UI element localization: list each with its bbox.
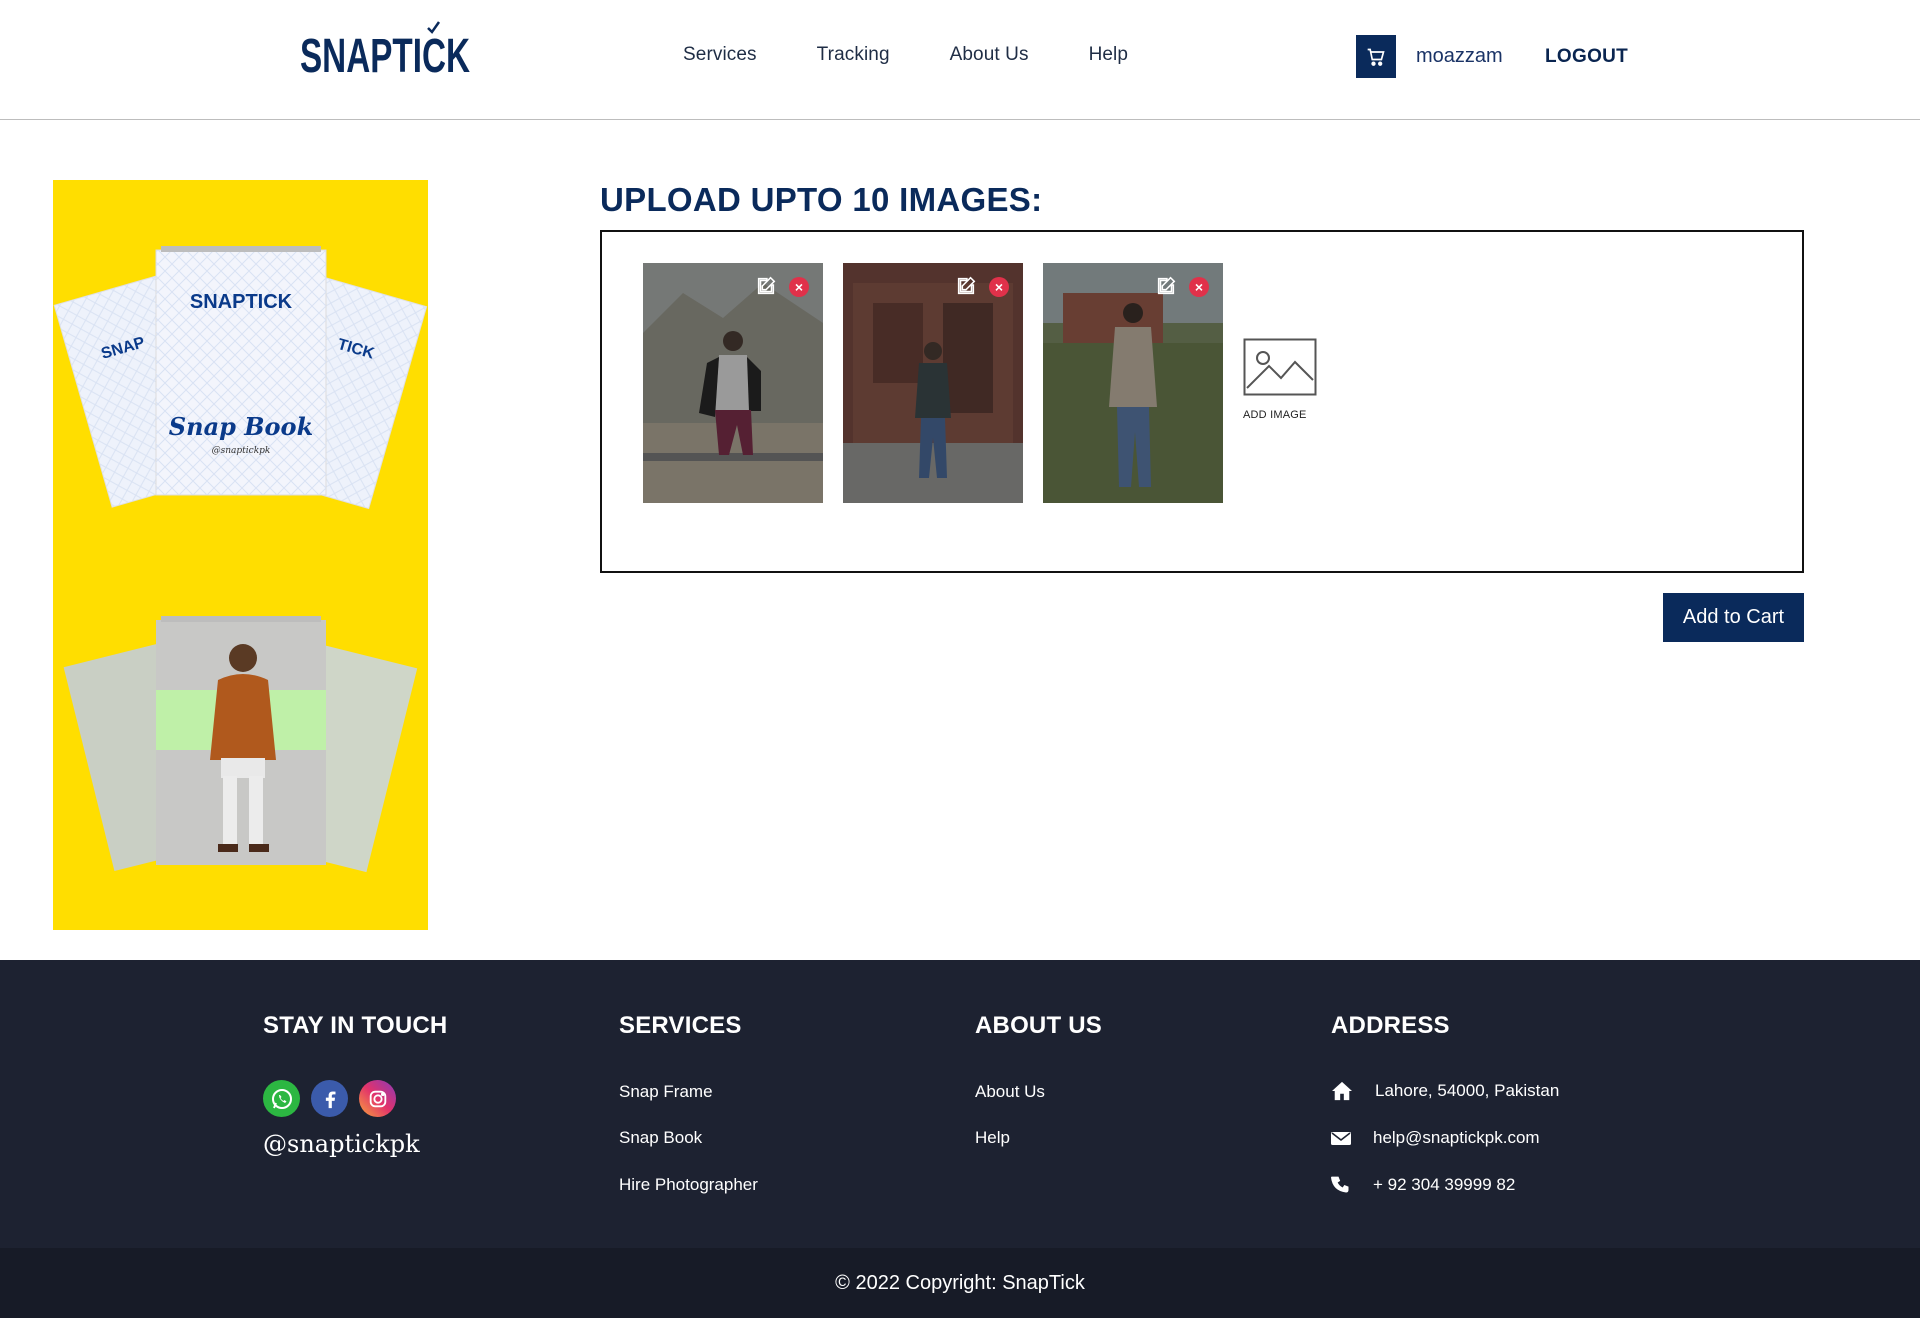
- add-to-cart-button[interactable]: Add to Cart: [1663, 593, 1804, 642]
- phone-icon: [1331, 1176, 1349, 1193]
- logout-link[interactable]: LOGOUT: [1545, 46, 1628, 68]
- image-placeholder-icon: [1243, 338, 1317, 396]
- site-header: SNAPTICK Services Tracking About Us Help…: [0, 0, 1920, 120]
- svg-text:@snaptickpk: @snaptickpk: [212, 446, 271, 456]
- delete-photo-3-icon[interactable]: ×: [1189, 277, 1209, 297]
- svg-text:SNAPTICK: SNAPTICK: [300, 30, 470, 82]
- cart-icon: [1367, 48, 1385, 66]
- facebook-icon[interactable]: [311, 1080, 348, 1117]
- phone-text[interactable]: + 92 304 39999 82: [1373, 1175, 1515, 1195]
- instagram-icon[interactable]: [359, 1080, 396, 1117]
- home-icon: [1332, 1081, 1352, 1101]
- snapbook-promo-banner[interactable]: SNAP TICK SNAPTICK Snap Book @snaptickpk: [53, 180, 428, 930]
- footer-heading-address: ADDRESS: [1331, 1012, 1450, 1039]
- copyright-bar: © 2022 Copyright: SnapTick: [0, 1248, 1920, 1318]
- nav-help[interactable]: Help: [1089, 44, 1128, 66]
- social-links: [263, 1080, 396, 1117]
- envelope-icon: [1331, 1132, 1351, 1145]
- upload-dropzone[interactable]: × × × ADD IMAGE: [600, 230, 1804, 573]
- nav-tracking[interactable]: Tracking: [817, 44, 890, 66]
- nav-about-us[interactable]: About Us: [950, 44, 1029, 66]
- footer-stay-in-touch: STAY IN TOUCH: [263, 1012, 447, 1040]
- snaptick-logo[interactable]: SNAPTICK: [300, 20, 472, 82]
- edit-icon[interactable]: [755, 275, 777, 297]
- whatsapp-icon[interactable]: [263, 1080, 300, 1117]
- footer-services: SERVICES: [619, 1012, 742, 1040]
- footer-about: ABOUT US: [975, 1012, 1102, 1040]
- edit-icon[interactable]: [955, 275, 977, 297]
- address-text: Lahore, 54000, Pakistan: [1375, 1081, 1560, 1100]
- cart-button[interactable]: [1356, 35, 1396, 78]
- footer-heading-about-us: ABOUT US: [975, 1012, 1102, 1039]
- nav-services[interactable]: Services: [683, 44, 757, 66]
- main-nav: Services Tracking About Us Help: [683, 44, 1188, 66]
- uploaded-photo-2[interactable]: ×: [843, 263, 1023, 503]
- upload-title: UPLOAD UPTO 10 IMAGES:: [600, 181, 1043, 218]
- footer-link-hire-photographer[interactable]: Hire Photographer: [619, 1175, 758, 1195]
- footer-link-snap-frame[interactable]: Snap Frame: [619, 1082, 713, 1102]
- email-text[interactable]: help@snaptickpk.com: [1373, 1128, 1540, 1148]
- username[interactable]: moazzam: [1416, 45, 1503, 68]
- address-phone[interactable]: + 92 304 39999 82: [1331, 1175, 1515, 1195]
- address-location: Lahore, 54000, Pakistan: [1331, 1081, 1559, 1101]
- svg-text:SNAPTICK: SNAPTICK: [190, 291, 293, 313]
- footer-link-about-us[interactable]: About Us: [975, 1082, 1045, 1102]
- uploaded-photo-1[interactable]: ×: [643, 263, 823, 503]
- footer-link-help[interactable]: Help: [975, 1128, 1010, 1148]
- social-handle[interactable]: @snaptickpk: [263, 1130, 420, 1158]
- footer-heading-services: SERVICES: [619, 1012, 742, 1039]
- address-email[interactable]: help@snaptickpk.com: [1331, 1128, 1540, 1148]
- add-image-button[interactable]: ADD IMAGE: [1243, 338, 1319, 421]
- edit-icon[interactable]: [1155, 275, 1177, 297]
- site-footer: STAY IN TOUCH @snaptickpk SERVICES Snap …: [0, 960, 1920, 1248]
- footer-link-snap-book[interactable]: Snap Book: [619, 1128, 702, 1148]
- add-image-label: ADD IMAGE: [1243, 409, 1307, 421]
- delete-photo-1-icon[interactable]: ×: [789, 277, 809, 297]
- uploaded-photo-3[interactable]: ×: [1043, 263, 1223, 503]
- delete-photo-2-icon[interactable]: ×: [989, 277, 1009, 297]
- footer-address: ADDRESS: [1331, 1012, 1450, 1040]
- footer-heading-stay-in-touch: STAY IN TOUCH: [263, 1012, 448, 1039]
- svg-text:Snap Book: Snap Book: [169, 412, 313, 441]
